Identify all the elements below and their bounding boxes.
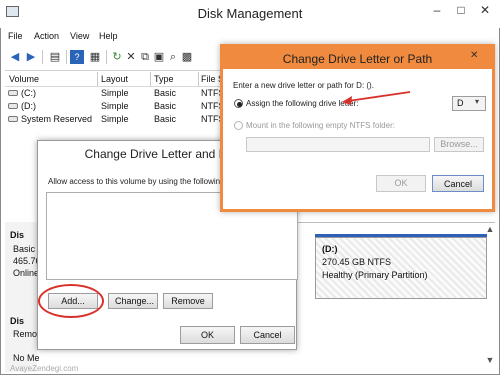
forward-icon[interactable]: ▶ <box>24 50 38 64</box>
disk1-type: Remo <box>13 329 38 339</box>
help-icon[interactable]: ? <box>70 50 84 64</box>
refresh-icon[interactable]: ↻ <box>110 50 124 64</box>
disk0-type: Basic <box>13 244 36 254</box>
folder-path-input[interactable] <box>246 137 430 152</box>
annotation-arrow-icon <box>342 91 411 105</box>
table-row-volume[interactable]: System Reserved <box>21 114 92 124</box>
table-row-volume[interactable]: (D:) <box>21 101 36 111</box>
disk1-name[interactable]: Dis <box>10 316 24 326</box>
chevron-down-icon[interactable]: ▾ <box>475 97 479 106</box>
toolbar-separator <box>106 50 107 64</box>
mount-folder-radio[interactable] <box>234 121 243 130</box>
paste-icon[interactable]: ▣ <box>152 50 166 64</box>
column-divider[interactable] <box>198 72 199 86</box>
table-row-volume[interactable]: (C:) <box>21 88 36 98</box>
column-header-volume[interactable]: Volume <box>9 74 39 84</box>
disk0-name[interactable]: Dis <box>10 230 24 240</box>
scroll-up-icon[interactable]: ▲ <box>485 224 495 236</box>
settings-icon[interactable]: ▩ <box>180 50 194 64</box>
table-row-layout[interactable]: Simple <box>101 114 129 124</box>
change-button[interactable]: Change... <box>108 293 158 309</box>
drive-icon <box>8 103 18 109</box>
cancel-button[interactable]: Cancel <box>240 326 295 344</box>
radio-selected-dot <box>237 102 242 107</box>
header-rule <box>5 86 220 87</box>
column-header-type[interactable]: Type <box>154 74 174 84</box>
list-view-icon[interactable]: ▤ <box>48 50 62 64</box>
close-button[interactable]: ✕ <box>474 2 496 18</box>
search-icon[interactable]: ⌕ <box>166 50 180 64</box>
dialog-ok-button[interactable]: OK <box>376 175 426 192</box>
browse-button[interactable]: Browse... <box>434 137 484 152</box>
table-row-type[interactable]: Basic <box>154 101 176 111</box>
disk1-status: No Me <box>13 353 40 363</box>
menu-file[interactable]: File <box>8 31 23 41</box>
menu-view[interactable]: View <box>70 31 89 41</box>
add-button-highlight-circle <box>38 284 104 318</box>
menu-help[interactable]: Help <box>99 31 118 41</box>
column-header-layout[interactable]: Layout <box>101 74 128 84</box>
table-row-layout[interactable]: Simple <box>101 88 129 98</box>
dialog-cancel-button[interactable]: Cancel <box>432 175 484 192</box>
scroll-down-icon[interactable]: ▼ <box>485 355 495 367</box>
partition-label: (D:) <box>322 244 338 254</box>
toolbar-separator <box>66 50 67 64</box>
partition-status: Healthy (Primary Partition) <box>322 270 428 280</box>
dialog-prompt: Allow access to this volume by using the… <box>48 177 234 186</box>
ok-button[interactable]: OK <box>180 326 235 344</box>
drive-letter-select[interactable]: D <box>452 96 486 111</box>
delete-icon[interactable]: ✕ <box>124 50 138 64</box>
minimize-button[interactable]: – <box>426 2 448 18</box>
partition-d[interactable] <box>315 237 487 299</box>
drive-icon <box>8 90 18 96</box>
column-divider[interactable] <box>150 72 151 86</box>
menu-action[interactable]: Action <box>34 31 59 41</box>
maximize-button[interactable]: □ <box>450 2 472 18</box>
back-icon[interactable]: ◀ <box>8 50 22 64</box>
copy-icon[interactable]: ⧉ <box>138 50 152 64</box>
toolbar-separator <box>42 50 43 64</box>
table-row-type[interactable]: Basic <box>154 88 176 98</box>
dialog-title: Change Drive Letter or Path <box>282 52 433 66</box>
dialog-close-icon[interactable]: ✕ <box>470 50 478 61</box>
mount-folder-label[interactable]: Mount in the following empty NTFS folder… <box>246 121 395 130</box>
column-divider[interactable] <box>97 72 98 86</box>
partition-size: 270.45 GB NTFS <box>322 257 392 267</box>
drive-icon <box>8 116 18 122</box>
table-row-type[interactable]: Basic <box>154 114 176 124</box>
disk0-status: Online <box>13 268 40 278</box>
properties-icon[interactable]: ▦ <box>88 50 102 64</box>
window-title: Disk Management <box>197 6 303 21</box>
table-row-layout[interactable]: Simple <box>101 101 129 111</box>
watermark: AvayeZendegi.com <box>10 364 79 373</box>
drive-letter-value: D <box>457 98 464 108</box>
remove-button[interactable]: Remove <box>163 293 213 309</box>
